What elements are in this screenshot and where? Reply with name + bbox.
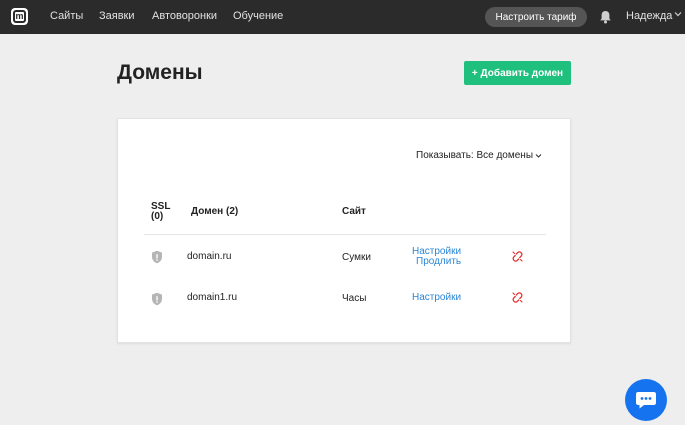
settings-link[interactable]: Настройки (412, 293, 461, 303)
nav-item-sites[interactable]: Сайты (50, 10, 83, 22)
chevron-down-icon[interactable] (535, 153, 542, 159)
extend-link[interactable]: Продлить (416, 257, 461, 267)
top-navigation-bar: m Сайты Заявки Автоворонки Обучение Наст… (0, 0, 685, 34)
domain-name: domain1.ru (187, 292, 238, 303)
nav-item-autofunnels[interactable]: Автоворонки (152, 10, 217, 22)
column-header-domain[interactable]: Домен (2) (191, 207, 238, 217)
ssl-header-count: (0) (151, 211, 164, 222)
unlink-icon[interactable] (512, 251, 523, 262)
chat-widget-button[interactable] (625, 379, 667, 421)
nav-item-learning[interactable]: Обучение (233, 10, 283, 22)
logo-icon[interactable]: m (11, 8, 28, 25)
show-filter-dropdown[interactable]: Показывать: Все домены (416, 150, 533, 161)
domain-name: domain.ru (187, 251, 232, 262)
site-name: Сумки (342, 252, 371, 263)
add-domain-button[interactable]: + Добавить домен (464, 61, 571, 85)
user-name[interactable]: Надежда (626, 10, 672, 22)
logo-letter: m (13, 10, 26, 23)
page-title: Домены (117, 61, 203, 84)
unlink-icon[interactable] (512, 292, 523, 303)
nav-item-requests[interactable]: Заявки (99, 10, 135, 22)
shield-icon (152, 292, 162, 306)
domains-card: Показывать: Все домены SSL (0) Домен (2)… (117, 118, 571, 343)
chevron-down-icon[interactable] (674, 10, 682, 18)
shield-icon (152, 250, 162, 264)
bell-icon[interactable] (599, 10, 612, 24)
column-header-site: Сайт (342, 206, 366, 217)
configure-tariff-button[interactable]: Настроить тариф (485, 7, 587, 27)
table-divider (144, 234, 546, 235)
site-name: Часы (342, 293, 367, 304)
chat-icon (636, 392, 656, 409)
column-header-ssl: SSL (0) (151, 202, 170, 222)
